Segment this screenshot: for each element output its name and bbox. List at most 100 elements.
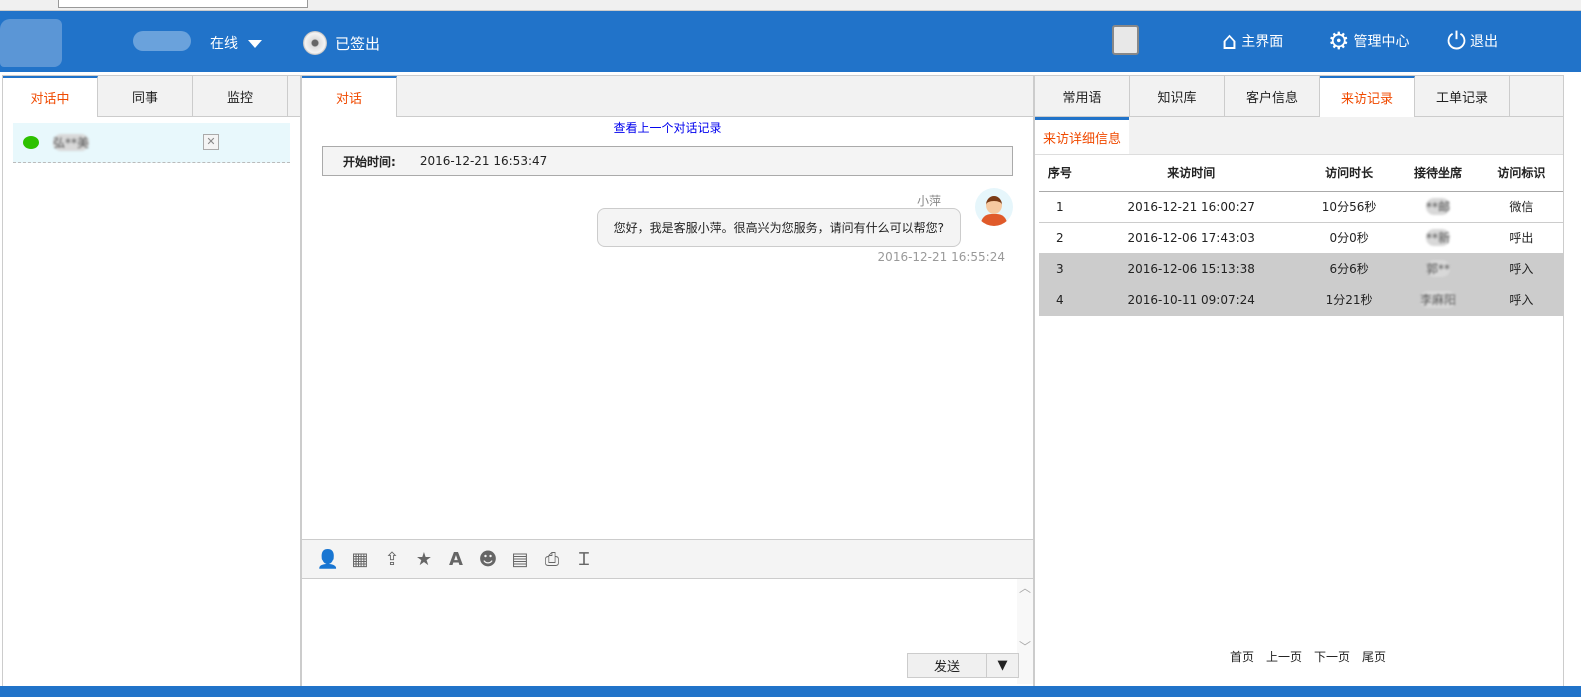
scrollbar[interactable]: ︿ ﹀ — [1017, 579, 1033, 684]
tab-phrases[interactable]: 常用语 — [1035, 76, 1130, 116]
cell: 10分56秒 — [1301, 191, 1397, 223]
signout-label: 已签出 — [335, 34, 381, 53]
cell: 2016-12-21 16:00:27 — [1080, 191, 1302, 223]
agent-name: 李麻阳 — [1420, 291, 1457, 308]
col-duration: 访问时长 — [1301, 155, 1397, 192]
tab-monitor[interactable]: 监控 — [193, 76, 288, 116]
cell: 1分21秒 — [1301, 284, 1397, 316]
tab-active-chats[interactable]: 对话中 — [3, 76, 98, 117]
caret-down-icon — [248, 40, 262, 48]
app-header: 在线 已签出 ⌂ 主界面 ⚙ 管理中心 ⏻ 退出 — [0, 11, 1581, 72]
cell: 呼出 — [1479, 222, 1563, 254]
cell: 2016-12-06 15:13:38 — [1080, 253, 1302, 285]
home-icon: ⌂ — [1222, 27, 1238, 55]
favorite-icon[interactable]: ★ — [408, 549, 440, 570]
cell: **新 — [1396, 222, 1480, 254]
phone-icon[interactable] — [1112, 25, 1139, 55]
tab-customer-info[interactable]: 客户信息 — [1225, 76, 1320, 116]
message-time: 2016-12-21 16:55:24 — [877, 250, 1005, 264]
cell: 2 — [1039, 222, 1081, 254]
cell: 2016-10-11 09:07:24 — [1080, 284, 1302, 316]
start-time-bar: 开始时间: 2016-12-21 16:53:47 — [322, 146, 1013, 176]
user-name-blurred — [133, 31, 191, 51]
disc-icon — [303, 31, 327, 55]
cell: 4 — [1039, 284, 1081, 316]
bottom-bar — [0, 686, 1581, 697]
col-visit-time: 来访时间 — [1080, 155, 1302, 192]
agent-name: **新 — [1426, 229, 1451, 246]
font-icon[interactable]: A — [440, 549, 472, 570]
col-tag: 访问标识 — [1479, 155, 1563, 192]
wechat-icon — [23, 136, 39, 149]
admin-button[interactable]: ⚙ 管理中心 — [1328, 27, 1410, 55]
print-icon[interactable]: ⎙ — [536, 549, 568, 570]
cell: 呼入 — [1479, 253, 1563, 285]
chat-toolbar: 👤 ▦ ⇪ ★ A ☻ ▤ ⎙ Ɪ — [302, 539, 1033, 579]
logout-label: 退出 — [1469, 34, 1498, 50]
home-label: 主界面 — [1241, 34, 1284, 50]
send-label: 发送 — [933, 660, 960, 675]
pagination: 首页 上一页 下一页 尾页 — [1230, 648, 1386, 665]
prev-page-link[interactable]: 上一页 — [1266, 648, 1302, 665]
logo — [0, 19, 62, 67]
table-row[interactable]: 4 2016-10-11 09:07:24 1分21秒 李麻阳 呼入 — [1039, 284, 1563, 316]
cell: 0分0秒 — [1301, 222, 1397, 254]
tab-chat[interactable]: 对话 — [302, 76, 397, 117]
cell: **邮 — [1396, 191, 1480, 223]
cell: 6分6秒 — [1301, 253, 1397, 285]
gear-icon: ⚙ — [1328, 27, 1350, 55]
start-time-value: 2016-12-21 16:53:47 — [419, 154, 548, 168]
cell: 3 — [1039, 253, 1081, 285]
signout-status[interactable]: 已签出 — [303, 31, 380, 55]
message-sender: 小萍 — [916, 194, 941, 208]
cell: 2016-12-06 17:43:03 — [1080, 222, 1302, 254]
last-page-link[interactable]: 尾页 — [1362, 648, 1386, 665]
cell: 呼入 — [1479, 284, 1563, 316]
agent-name: 郭** — [1426, 260, 1451, 277]
browser-strip — [0, 0, 1581, 11]
status-label: 在线 — [210, 36, 238, 52]
message-bubble: 您好，我是客服小萍。很高兴为您服务，请问有什么可以帮您? — [596, 208, 961, 247]
send-button[interactable]: 发送 ▼ — [907, 653, 1019, 678]
agent-name: **邮 — [1426, 198, 1451, 215]
next-page-link[interactable]: 下一页 — [1314, 648, 1350, 665]
power-icon: ⏻ — [1447, 27, 1466, 55]
table-row[interactable]: 3 2016-12-06 15:13:38 6分6秒 郭** 呼入 — [1039, 253, 1563, 285]
upload-icon[interactable]: ⇪ — [376, 549, 408, 570]
transfer-icon[interactable]: 👤 — [312, 549, 344, 570]
tab-colleagues[interactable]: 同事 — [98, 76, 193, 116]
cell: 李麻阳 — [1396, 284, 1480, 316]
admin-label: 管理中心 — [1353, 34, 1410, 50]
message: 小萍 您好，我是客服小萍。很高兴为您服务，请问有什么可以帮您? 2016-12-… — [302, 176, 1033, 266]
send-options-caret-icon[interactable]: ▼ — [986, 654, 1018, 677]
previous-chat-link[interactable]: 查看上一个对话记录 — [302, 119, 1033, 136]
table-row[interactable]: 1 2016-12-21 16:00:27 10分56秒 **邮 微信 — [1039, 191, 1563, 223]
emoji-icon[interactable]: ☻ — [472, 549, 504, 570]
tab-visit-records[interactable]: 来访记录 — [1320, 76, 1415, 117]
status-dropdown[interactable]: 在线 — [210, 33, 262, 53]
cell: 1 — [1039, 191, 1081, 223]
close-icon[interactable]: ✕ — [203, 134, 219, 150]
chat-pane: 对话 查看上一个对话记录 开始时间: 2016-12-21 16:53:47 小萍… — [301, 75, 1034, 687]
visit-table: 序号 来访时间 访问时长 接待坐席 访问标识 1 2016-12-21 16:00:27 1… — [1039, 155, 1563, 316]
table-row[interactable]: 2 2016-12-06 17:43:03 0分0秒 **新 呼出 — [1039, 222, 1563, 254]
col-agent: 接待坐席 — [1396, 155, 1480, 192]
address-bar[interactable] — [58, 0, 308, 8]
quick-reply-icon[interactable]: ▤ — [504, 549, 536, 570]
whiteboard-icon[interactable]: ▦ — [344, 549, 376, 570]
subtab-visit-details[interactable]: 来访详细信息 — [1035, 117, 1129, 154]
avatar — [975, 188, 1013, 226]
col-index: 序号 — [1039, 155, 1081, 192]
text-cursor-icon[interactable]: Ɪ — [568, 547, 600, 571]
start-time-label: 开始时间: — [343, 154, 396, 169]
tab-knowledge[interactable]: 知识库 — [1130, 76, 1225, 116]
home-button[interactable]: ⌂ 主界面 — [1222, 27, 1283, 55]
first-page-link[interactable]: 首页 — [1230, 648, 1254, 665]
customer-name: 弘**美 — [53, 134, 90, 151]
left-pane: 对话中 同事 监控 弘**美 ✕ — [2, 75, 301, 687]
tab-ticket-records[interactable]: 工单记录 — [1415, 76, 1510, 116]
cell: 微信 — [1479, 191, 1563, 223]
logout-button[interactable]: ⏻ 退出 — [1447, 27, 1498, 55]
conversation-item[interactable]: 弘**美 ✕ — [13, 123, 290, 163]
cell: 郭** — [1396, 253, 1480, 285]
